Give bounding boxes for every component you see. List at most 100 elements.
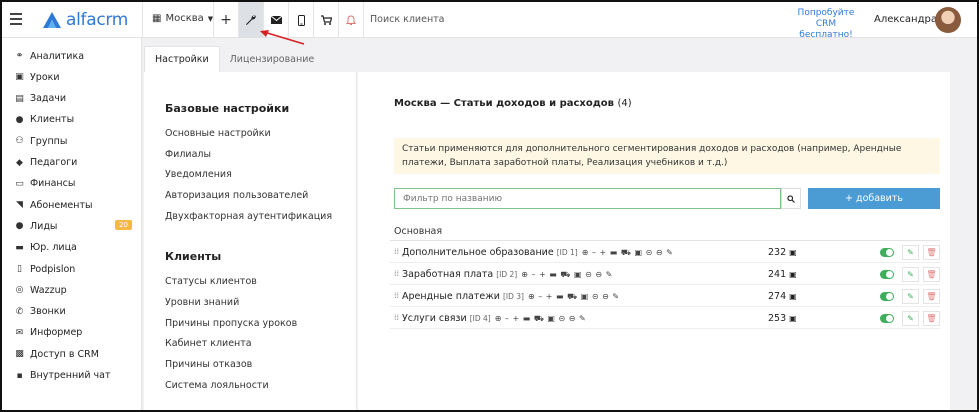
- drag-handle-icon[interactable]: ⁞⁞: [394, 291, 399, 300]
- branch-select[interactable]: ▦ Москва ▼: [152, 13, 213, 24]
- sidebar-item[interactable]: ◥ Абонементы: [14, 197, 134, 213]
- article-name: Арендные платежи [ID 3] ⊕ – + ▬ ⛟ ▣ ⊝ ⊖ ✎: [402, 291, 620, 302]
- annotation-arrow-icon: [260, 30, 305, 45]
- delete-button[interactable]: 🗑: [923, 267, 940, 282]
- delete-button[interactable]: 🗑: [923, 311, 940, 326]
- sidebar-item[interactable]: ▣ Уроки: [14, 69, 134, 85]
- drag-handle-icon[interactable]: ⁞⁞: [394, 269, 399, 278]
- sidebar-item-label: Абонементы: [30, 199, 93, 211]
- operations-count: 241 ▣: [768, 269, 797, 280]
- avatar[interactable]: [935, 7, 961, 33]
- sidebar-item[interactable]: ▪ Внутренний чат: [14, 368, 134, 384]
- menu-icon[interactable]: [10, 13, 22, 25]
- settings-link-knowledge-levels[interactable]: Уровни знаний: [165, 297, 239, 308]
- logo-text: alfacrm: [66, 10, 129, 30]
- settings-link-notifications[interactable]: Уведомления: [165, 169, 232, 180]
- filter-input[interactable]: [394, 188, 781, 209]
- active-toggle[interactable]: [880, 270, 894, 279]
- sidebar-item[interactable]: ▩ Доступ в CRM: [14, 346, 134, 362]
- divider: [390, 240, 940, 241]
- settings-link-2fa[interactable]: Двухфакторная аутентификация: [165, 211, 332, 222]
- money-icon: ▣: [789, 314, 797, 323]
- settings-link-main[interactable]: Основные настройки: [165, 128, 271, 139]
- sidebar-item-label: Лиды: [30, 220, 58, 232]
- bell-icon[interactable]: [339, 2, 363, 38]
- add-button[interactable]: + добавить: [808, 188, 940, 209]
- search-button[interactable]: [781, 188, 801, 209]
- settings-link-absence-reasons[interactable]: Причины пропуска уроков: [165, 318, 297, 329]
- logo[interactable]: alfacrm: [42, 9, 128, 31]
- edit-button[interactable]: ✎: [902, 311, 919, 326]
- sidebar-item[interactable]: ◎ Wazzup: [14, 282, 134, 298]
- sidebar-item-label: Клиенты: [30, 114, 75, 126]
- sidebar-item-label: Звонки: [30, 306, 66, 318]
- article-id: [ID 1]: [556, 248, 578, 257]
- sidebar-item[interactable]: ● Лиды 20: [14, 218, 134, 234]
- lock-icon: ▩: [15, 349, 24, 360]
- sidebar-item[interactable]: ▬ Юр. лица: [14, 240, 134, 256]
- section-label: Основная: [394, 226, 443, 237]
- sidebar-item[interactable]: ⚇ Группы: [14, 133, 134, 149]
- article-name: Услуги связи [ID 4] ⊕ – + ▬ ⛟ ▣ ⊝ ⊖ ✎: [402, 313, 587, 324]
- tab-settings[interactable]: Настройки: [144, 46, 220, 72]
- money-icon: ▭: [15, 178, 24, 189]
- sidebar: ⚭ Аналитика ▣ Уроки ▤ Задачи ● Клиенты ⚇ Группы ◆ П…: [2, 38, 142, 410]
- operation-icons: ⊕ – + ▬ ⛟ ▣ ⊝ ⊖ ✎: [527, 292, 620, 301]
- building-icon: ▦: [152, 13, 162, 24]
- edit-button[interactable]: ✎: [902, 245, 919, 260]
- settings-link-refusal-reasons[interactable]: Причины отказов: [165, 359, 252, 370]
- list-item: ⁞⁞ Услуги связи [ID 4] ⊕ – + ▬ ⛟ ▣ ⊝ ⊖ ✎ 25…: [390, 308, 940, 329]
- client-search-input[interactable]: Поиск клиента: [370, 14, 445, 25]
- sidebar-item-label: Внутренний чат: [30, 370, 111, 381]
- delete-button[interactable]: 🗑: [923, 289, 940, 304]
- operation-icons: ⊕ – + ▬ ⛟ ▣ ⊝ ⊖ ✎: [581, 248, 674, 257]
- top-bar: alfacrm ▦ Москва ▼ + Поиск клиента Попро…: [2, 2, 977, 41]
- drag-handle-icon[interactable]: ⁞⁞: [394, 247, 399, 256]
- count-badge: 20: [115, 220, 132, 231]
- article-id: [ID 2]: [496, 270, 518, 279]
- trash-icon: 🗑: [926, 314, 937, 323]
- edit-button[interactable]: ✎: [902, 267, 919, 282]
- settings-link-loyalty[interactable]: Система лояльности: [165, 380, 269, 391]
- trash-icon: 🗑: [926, 292, 937, 301]
- drag-handle-icon[interactable]: ⁞⁞: [394, 313, 399, 322]
- tab-licensing[interactable]: Лицензирование: [220, 46, 325, 72]
- sidebar-item[interactable]: ▯ Podpislon: [14, 261, 134, 277]
- sidebar-item[interactable]: ⚭ Аналитика: [14, 48, 134, 64]
- sidebar-item-label: Юр. лица: [30, 242, 77, 254]
- sidebar-item[interactable]: ▭ Финансы: [14, 176, 134, 192]
- pencil-icon: ✎: [907, 292, 914, 301]
- sidebar-item[interactable]: ✉ Информер: [14, 325, 134, 341]
- sidebar-item[interactable]: ✆ Звонки: [14, 304, 134, 320]
- operations-count: 253 ▣: [768, 313, 797, 324]
- promo-link[interactable]: Попробуйте CRM бесплатно!: [790, 8, 862, 41]
- active-toggle[interactable]: [880, 314, 894, 323]
- sidebar-item-label: Podpislon: [30, 263, 76, 275]
- settings-link-branches[interactable]: Филиалы: [165, 149, 211, 160]
- trash-icon: 🗑: [926, 270, 937, 279]
- active-toggle[interactable]: [880, 292, 894, 301]
- delete-button[interactable]: 🗑: [923, 245, 940, 260]
- sidebar-item[interactable]: ● Клиенты: [14, 112, 134, 128]
- page-title: Москва — Статьи доходов и расходов (4): [394, 98, 632, 109]
- edit-button[interactable]: ✎: [902, 289, 919, 304]
- briefcase-icon: ▬: [15, 242, 24, 253]
- settings-link-auth[interactable]: Авторизация пользователей: [165, 190, 308, 201]
- sidebar-item[interactable]: ◆ Педагоги: [14, 155, 134, 171]
- plus-icon[interactable]: +: [214, 2, 238, 38]
- active-toggle[interactable]: [880, 248, 894, 257]
- sidebar-item[interactable]: ▤ Задачи: [14, 91, 134, 107]
- settings-link-client-cabinet[interactable]: Кабинет клиента: [165, 338, 252, 349]
- user-plus-icon: ●: [15, 221, 24, 232]
- article-name: Заработная плата [ID 2] ⊕ – + ▬ ⛟ ▣ ⊝ ⊖ ✎: [402, 269, 613, 280]
- clients-heading: Клиенты: [165, 250, 222, 263]
- article-id: [ID 4]: [469, 314, 491, 323]
- envelope-icon: ✉: [15, 327, 24, 338]
- search-icon: [787, 194, 795, 203]
- settings-nav: Базовые настройки Основные настройки Фил…: [144, 72, 357, 410]
- user-name[interactable]: Александра: [874, 14, 937, 25]
- settings-link-client-statuses[interactable]: Статусы клиентов: [165, 276, 257, 287]
- cart-icon[interactable]: [314, 2, 338, 38]
- calendar-icon: ▣: [15, 72, 24, 83]
- sidebar-item-label: Группы: [30, 135, 68, 147]
